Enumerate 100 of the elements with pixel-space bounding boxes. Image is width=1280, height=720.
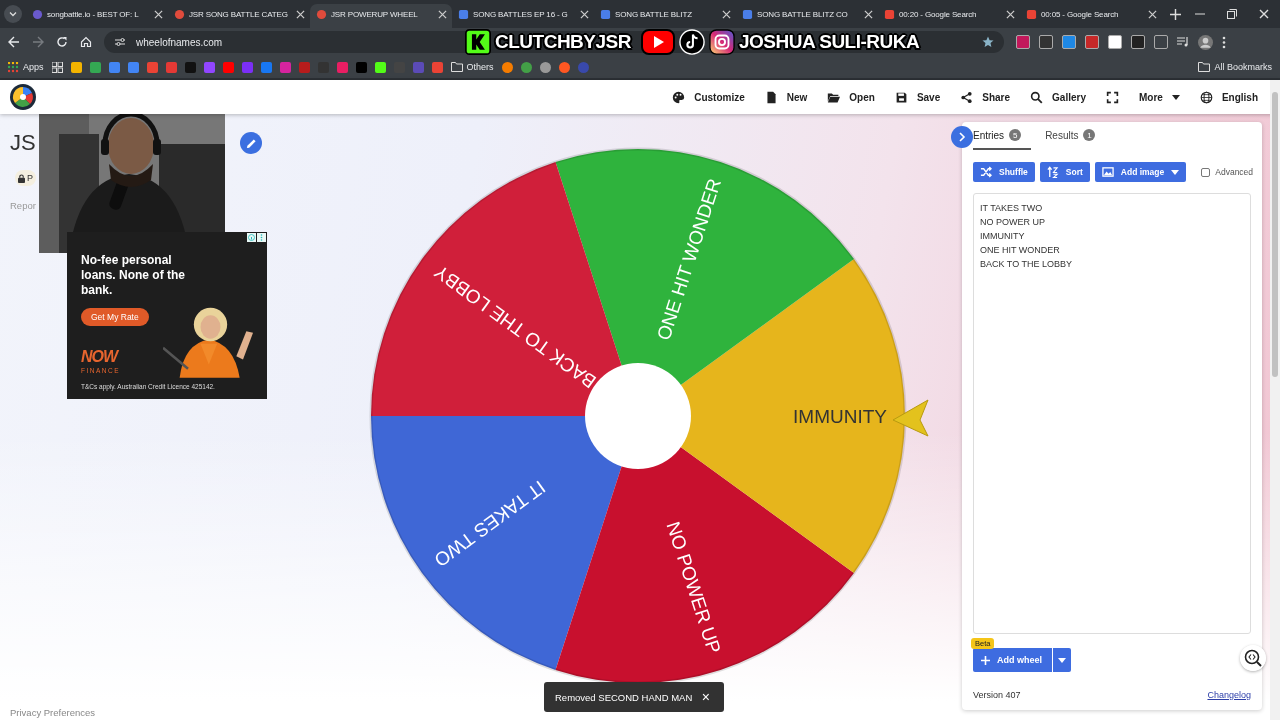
ad-headline: No-fee personal loans. None of the bank. [81, 253, 186, 298]
toolbar-button[interactable]: Shuffle [973, 162, 1035, 182]
globe-icon [1199, 90, 1213, 104]
toolbar-button[interactable]: Open [817, 83, 885, 111]
apps-icon [8, 61, 19, 73]
visibility-chip[interactable]: P [15, 170, 36, 186]
folder-icon [1198, 62, 1211, 72]
home-icon[interactable] [80, 36, 92, 48]
tab-search-button[interactable] [4, 5, 22, 23]
favicon-icon [174, 8, 185, 20]
back-arrow-icon[interactable] [8, 36, 20, 48]
toolbar-button[interactable]: Share [950, 83, 1021, 111]
bookmark-icon[interactable] [89, 61, 101, 73]
close-icon[interactable] [438, 9, 447, 19]
panel-tab[interactable]: Entries 5 [973, 122, 1032, 150]
close-icon[interactable] [296, 9, 305, 19]
dropdown-button[interactable] [1053, 648, 1071, 672]
browser-tab[interactable]: SONG BATTLE BLITZ [594, 4, 736, 28]
wheel-title: JS [10, 130, 36, 156]
browser-tab[interactable]: JSR SONG BATTLE CATEG [168, 4, 310, 28]
share-icon [960, 90, 974, 104]
close-icon[interactable] [580, 9, 589, 19]
collapse-button[interactable] [951, 126, 973, 148]
favicon-icon [600, 8, 611, 20]
entry-text: BACK TO THE LOBBY [980, 259, 1074, 269]
close-button[interactable]: × [701, 690, 710, 704]
logo-icon [465, 29, 491, 55]
feedback-icon[interactable] [1240, 645, 1266, 671]
panel-tab[interactable]: Results 1 [1045, 122, 1106, 150]
extension-icon[interactable] [1131, 35, 1145, 49]
entry-text: NO POWER UP [980, 217, 1046, 227]
close-icon[interactable] [1148, 9, 1157, 19]
fullscreen-icon[interactable] [1105, 90, 1119, 104]
extension-icon[interactable] [1154, 35, 1168, 49]
close-icon[interactable] [1259, 9, 1269, 19]
bookmark-icon[interactable] [539, 61, 551, 73]
entry-text: IT TAKES TWO [980, 203, 1044, 213]
close-icon[interactable] [1006, 9, 1015, 19]
changelog-link[interactable]: Changelog [1207, 690, 1251, 700]
segment-label: IMMUNITY [793, 405, 887, 427]
browser-tab[interactable]: songbattle.io - BEST OF: L [26, 4, 168, 28]
new-tab-icon[interactable] [1170, 9, 1181, 20]
toolbar-button[interactable]: New [754, 83, 818, 111]
add-wheel-button[interactable]: Add wheel [973, 648, 1052, 672]
cta-button[interactable]: Get My Rate [81, 308, 149, 326]
bookmark-icon[interactable] [70, 61, 82, 73]
shuffle-icon [980, 166, 992, 178]
privacy-link[interactable]: Privacy Preferences [10, 707, 95, 718]
extension-icon[interactable] [1039, 35, 1053, 49]
close-icon[interactable] [722, 9, 731, 19]
toolbar-button[interactable]: Sort [1039, 162, 1090, 182]
plus-icon [981, 655, 990, 665]
add-image-button[interactable]: Add image [1094, 162, 1187, 182]
browser-tab[interactable]: SONG BATTLES EP 16 - G [452, 4, 594, 28]
bookmark-icon[interactable] [374, 61, 386, 73]
browser-tab[interactable]: 00:20 - Google Search [878, 4, 1020, 28]
search-icon [1030, 90, 1044, 104]
camera-logo-icon [708, 29, 735, 55]
entries-field[interactable]: IT TAKES TWO NO POWER UP IMMUNITY ONE HIT WONDER BACK TO THE LOBBY [973, 193, 1251, 634]
scrollbar[interactable] [1270, 80, 1280, 720]
grid-icon[interactable] [51, 61, 63, 73]
bookmark-icon[interactable] [520, 61, 532, 73]
browser-tab[interactable]: SONG BATTLE BLITZ CO [736, 4, 878, 28]
apps-bookmark[interactable]: Apps [8, 61, 44, 73]
pencil-icon [245, 137, 257, 149]
caret-icon [1171, 94, 1180, 100]
toolbar-button[interactable]: Gallery [1020, 83, 1096, 111]
toolbar-button[interactable]: Customize [662, 83, 755, 111]
toast-message: Removed SECOND HAND MAN [555, 691, 693, 703]
reload-icon[interactable] [56, 36, 68, 48]
streamer-name: JOSHUA SULI-RUKA [738, 31, 920, 53]
bookmark-folder[interactable]: Others [450, 62, 494, 72]
bookmark-icon[interactable] [501, 61, 513, 73]
menu-icon[interactable] [1222, 35, 1226, 49]
favicon-icon [1026, 8, 1037, 20]
close-icon[interactable] [154, 9, 163, 19]
chevron-icon [958, 132, 966, 142]
edit-button[interactable] [240, 132, 262, 154]
bookmark-icon[interactable] [558, 61, 570, 73]
restore-icon[interactable] [1227, 9, 1237, 19]
file-icon [764, 90, 778, 104]
music-note-logo-icon [678, 29, 705, 55]
playlist-icon[interactable] [1177, 37, 1189, 47]
site-settings-icon[interactable] [114, 37, 126, 47]
bookmark-folder[interactable]: All Bookmarks [1198, 62, 1272, 72]
logo-icon[interactable] [10, 84, 36, 110]
menu-button[interactable]: More [1128, 83, 1190, 111]
browser-tab[interactable]: JSR POWERUP WHEEL [310, 4, 452, 28]
count-badge: 1 [1083, 129, 1096, 141]
favicon-icon [742, 8, 753, 20]
avatar-icon[interactable] [1198, 34, 1213, 50]
count-badge: 5 [1009, 129, 1022, 141]
star-icon[interactable] [982, 36, 994, 48]
checkbox[interactable] [1201, 167, 1211, 177]
toolbar-button[interactable]: Save [884, 83, 951, 111]
favicon-icon [32, 8, 43, 20]
browser-tab[interactable]: 00:05 - Google Search [1020, 4, 1162, 28]
favicon-icon [316, 8, 327, 20]
toolbar-button[interactable]: English [1189, 83, 1268, 111]
close-icon[interactable] [864, 9, 873, 19]
